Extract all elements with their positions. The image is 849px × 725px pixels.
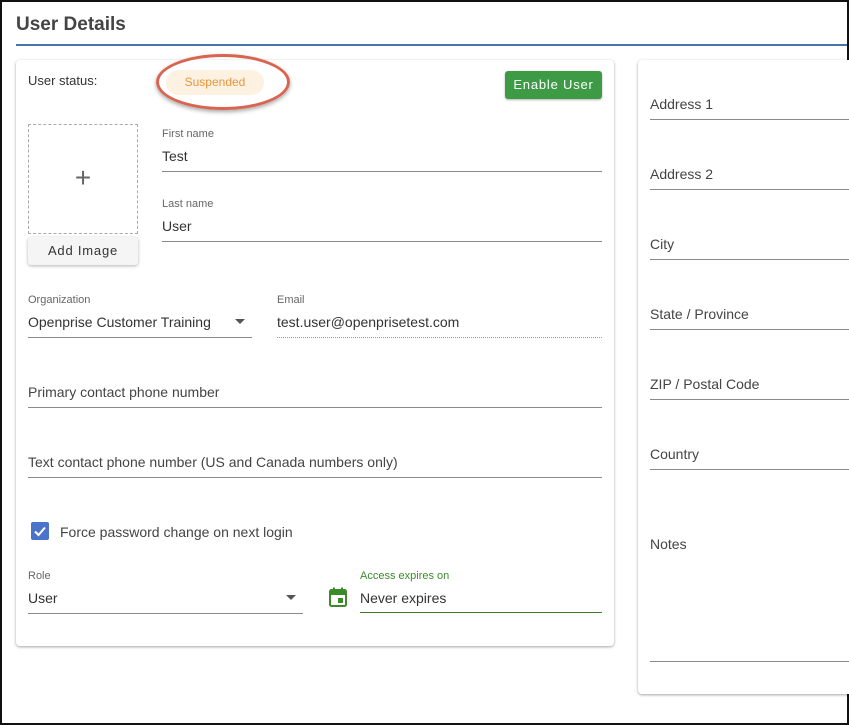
first-name-underline bbox=[162, 171, 602, 172]
zip-input[interactable]: ZIP / Postal Code bbox=[650, 376, 759, 392]
state-input[interactable]: State / Province bbox=[650, 306, 749, 322]
organization-select[interactable]: Openprise Customer Training bbox=[28, 314, 211, 330]
primary-phone-underline bbox=[28, 407, 602, 408]
access-expires-underline bbox=[360, 612, 602, 613]
force-password-label: Force password change on next login bbox=[60, 524, 293, 540]
last-name-underline bbox=[162, 241, 602, 242]
check-icon bbox=[34, 526, 46, 537]
user-status-label: User status: bbox=[28, 73, 98, 88]
caret-down-icon[interactable] bbox=[235, 319, 245, 324]
calendar-icon[interactable] bbox=[329, 587, 347, 607]
email-underline bbox=[277, 337, 602, 338]
image-dropzone[interactable]: + bbox=[28, 124, 138, 234]
address2-underline bbox=[650, 189, 849, 190]
organization-underline bbox=[28, 337, 252, 338]
notes-underline bbox=[650, 661, 849, 662]
role-underline bbox=[28, 613, 303, 614]
title-divider bbox=[16, 44, 847, 46]
city-underline bbox=[650, 259, 849, 260]
caret-down-icon[interactable] bbox=[286, 595, 296, 600]
zip-underline bbox=[650, 399, 849, 400]
email-label: Email bbox=[277, 294, 305, 306]
role-label: Role bbox=[28, 570, 51, 582]
organization-label: Organization bbox=[28, 294, 91, 306]
last-name-label: Last name bbox=[162, 198, 214, 210]
text-phone-underline bbox=[28, 477, 602, 478]
notes-textarea[interactable]: Notes bbox=[650, 536, 687, 552]
city-input[interactable]: City bbox=[650, 236, 674, 252]
address1-input[interactable]: Address 1 bbox=[650, 96, 713, 112]
country-underline bbox=[650, 469, 849, 470]
add-image-button[interactable]: Add Image bbox=[28, 237, 138, 265]
state-underline bbox=[650, 329, 849, 330]
first-name-input[interactable]: Test bbox=[162, 148, 188, 164]
country-input[interactable]: Country bbox=[650, 446, 699, 462]
plus-icon: + bbox=[74, 162, 92, 193]
primary-phone-input[interactable]: Primary contact phone number bbox=[28, 384, 219, 400]
address2-input[interactable]: Address 2 bbox=[650, 166, 713, 182]
first-name-label: First name bbox=[162, 128, 214, 140]
address1-underline bbox=[650, 119, 849, 120]
last-name-input[interactable]: User bbox=[162, 218, 192, 234]
role-select[interactable]: User bbox=[28, 590, 58, 606]
force-password-checkbox[interactable] bbox=[31, 522, 49, 540]
email-field[interactable]: test.user@openprisetest.com bbox=[277, 314, 459, 330]
access-expires-input[interactable]: Never expires bbox=[360, 590, 446, 606]
enable-user-button[interactable]: Enable User bbox=[505, 71, 602, 99]
highlight-annotation bbox=[156, 54, 290, 110]
access-expires-label: Access expires on bbox=[360, 570, 450, 582]
page-title: User Details bbox=[16, 14, 126, 35]
text-phone-input[interactable]: Text contact phone number (US and Canada… bbox=[28, 454, 398, 470]
